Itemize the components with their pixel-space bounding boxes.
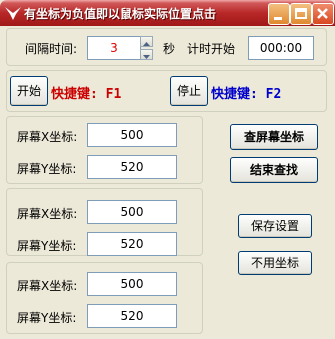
minimize-icon [274, 17, 282, 20]
main-window: 有坐标为负值即以鼠标实际位置点击 间隔时间: 3 秒 计时开始 000:00 开… [0, 0, 335, 339]
spin-up-icon[interactable] [140, 36, 153, 47]
start-hotkey-label: 快捷键: F1 [51, 87, 122, 102]
stop-hotkey-label: 快捷键: F2 [211, 87, 282, 102]
x-coord-input[interactable]: 500 [87, 200, 177, 224]
close-button[interactable] [312, 3, 334, 25]
y-coord-label: 屏幕Y坐标: [17, 239, 77, 253]
find-coords-button[interactable]: 查屏幕坐标 [230, 124, 318, 150]
close-icon [317, 8, 328, 19]
spin-down-icon[interactable] [140, 49, 153, 60]
maximize-icon [295, 8, 307, 19]
y-coord-input[interactable]: 520 [87, 155, 177, 179]
client-area: 间隔时间: 3 秒 计时开始 000:00 开始 快捷键: F1 停止 快捷键:… [3, 26, 332, 336]
seconds-label: 秒 [163, 42, 176, 56]
start-button[interactable]: 开始 [10, 76, 48, 106]
title-bar[interactable]: 有坐标为负值即以鼠标实际位置点击 [0, 0, 335, 26]
stop-button[interactable]: 停止 [170, 76, 208, 106]
x-coord-input[interactable]: 500 [87, 123, 177, 147]
x-coord-label: 屏幕X坐标: [17, 279, 78, 293]
minimize-button[interactable] [268, 3, 290, 25]
timer-start-label: 计时开始 [187, 42, 236, 56]
x-coord-label: 屏幕X坐标: [17, 130, 78, 144]
x-coord-label: 屏幕X坐标: [17, 207, 78, 221]
save-settings-button[interactable]: 保存设置 [238, 214, 312, 238]
y-coord-label: 屏幕Y坐标: [17, 162, 77, 176]
no-coords-button[interactable]: 不用坐标 [238, 251, 312, 275]
app-logo-icon [4, 4, 22, 22]
y-coord-input[interactable]: 520 [87, 232, 177, 256]
window-title: 有坐标为负值即以鼠标实际位置点击 [24, 7, 217, 21]
elapsed-time-field: 000:00 [248, 36, 314, 60]
y-coord-input[interactable]: 520 [87, 304, 177, 328]
end-find-button[interactable]: 结束查找 [230, 157, 318, 183]
maximize-button[interactable] [290, 3, 312, 25]
interval-spinner[interactable] [140, 36, 153, 60]
interval-label: 间隔时间: [25, 42, 78, 56]
interval-input[interactable]: 3 [87, 36, 141, 60]
x-coord-input[interactable]: 500 [87, 272, 177, 296]
y-coord-label: 屏幕Y坐标: [17, 311, 77, 325]
